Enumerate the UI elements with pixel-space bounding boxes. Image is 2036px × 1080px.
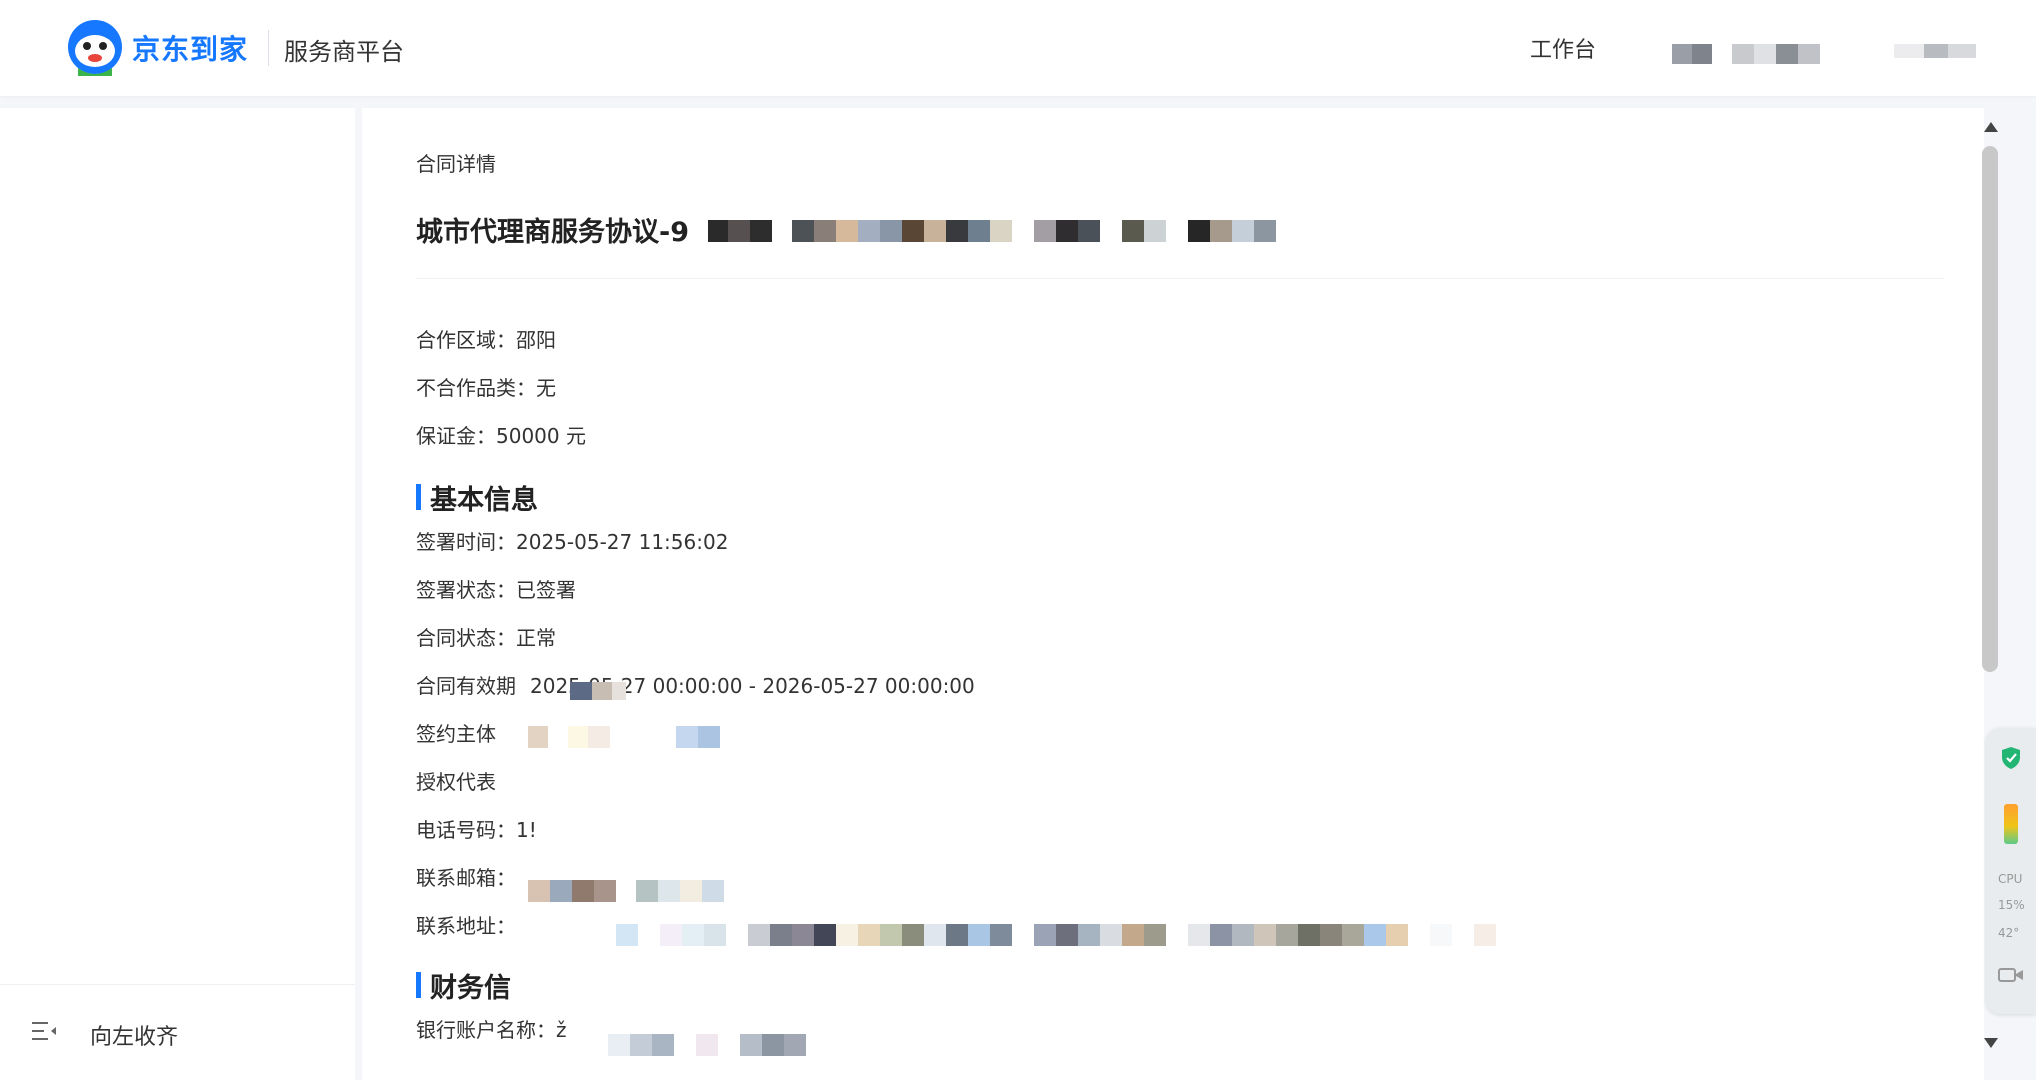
deposit: 保证金：50000 元 — [416, 424, 586, 448]
contract-title-redacted — [708, 220, 1276, 242]
title-divider — [416, 278, 1944, 279]
system-monitor-widget[interactable]: CPU 15% 42° — [1986, 728, 2036, 1014]
user-info-redacted[interactable] — [1672, 44, 1820, 64]
contract-title: 城市代理商服务协议-9 — [416, 217, 689, 248]
section-finance-info: 财务信 — [416, 966, 511, 1005]
scroll-down-arrow-icon[interactable] — [1984, 1038, 1998, 1048]
workbench-link[interactable]: 工作台 — [1530, 32, 1596, 64]
phone-number: 电话号码：1! — [416, 818, 537, 842]
validity-redacted — [570, 682, 626, 700]
cooperation-area: 合作区域：邵阳 — [416, 328, 556, 352]
logo-divider — [268, 30, 269, 66]
top-header: 京东到家 服务商平台 工作台 — [0, 0, 2036, 96]
sign-time: 签署时间：2025-05-27 11:56:02 — [416, 530, 729, 554]
contact-email: 联系邮箱： — [416, 866, 516, 890]
brand-name: 京东到家 — [132, 33, 249, 66]
address-redacted — [616, 924, 1496, 946]
collapse-sidebar-button[interactable]: 向左收齐 — [0, 984, 355, 1080]
contract-status: 合同状态：正常 — [416, 626, 556, 650]
sidebar — [0, 108, 355, 1080]
shield-check-icon[interactable] — [2000, 746, 2022, 770]
cpu-label: CPU — [1998, 872, 2023, 886]
collapse-label: 向左收齐 — [90, 1025, 179, 1050]
temperature-value: 42° — [1998, 926, 2020, 940]
video-camera-icon[interactable] — [1998, 966, 2024, 984]
platform-title: 服务商平台 — [284, 38, 404, 66]
scroll-up-arrow-icon[interactable] — [1984, 122, 1998, 132]
email-redacted — [528, 880, 724, 902]
contact-address: 联系地址： — [416, 914, 516, 938]
scrollbar-thumb[interactable] — [1982, 146, 1998, 672]
bank-account-name: 银行账户名称：ž — [416, 1018, 567, 1042]
contract-validity: 合同有效期 2025-05-27 00:00:00 - 2026-05-27 00… — [416, 674, 975, 698]
cpu-value: 15% — [1998, 898, 2025, 912]
bank-account-redacted — [608, 1034, 806, 1056]
sign-status: 签署状态：已签署 — [416, 578, 576, 602]
authorized-representative: 授权代表 — [416, 770, 496, 794]
collapse-left-icon — [32, 1022, 56, 1040]
jd-mascot-logo-icon[interactable] — [66, 18, 124, 76]
section-basic-info: 基本信息 — [416, 478, 538, 517]
memory-gauge-icon — [2004, 804, 2018, 844]
excluded-categories: 不合作品类：无 — [416, 376, 556, 400]
signing-entity: 签约主体 — [416, 722, 496, 746]
signing-entity-redacted — [528, 726, 720, 748]
account-menu-redacted[interactable] — [1894, 44, 1976, 58]
contract-detail-panel: 合同详情 城市代理商服务协议-9 合作区域：邵阳 不合作品类：无 保证金：500… — [362, 108, 1984, 1080]
breadcrumb: 合同详情 — [416, 152, 496, 176]
